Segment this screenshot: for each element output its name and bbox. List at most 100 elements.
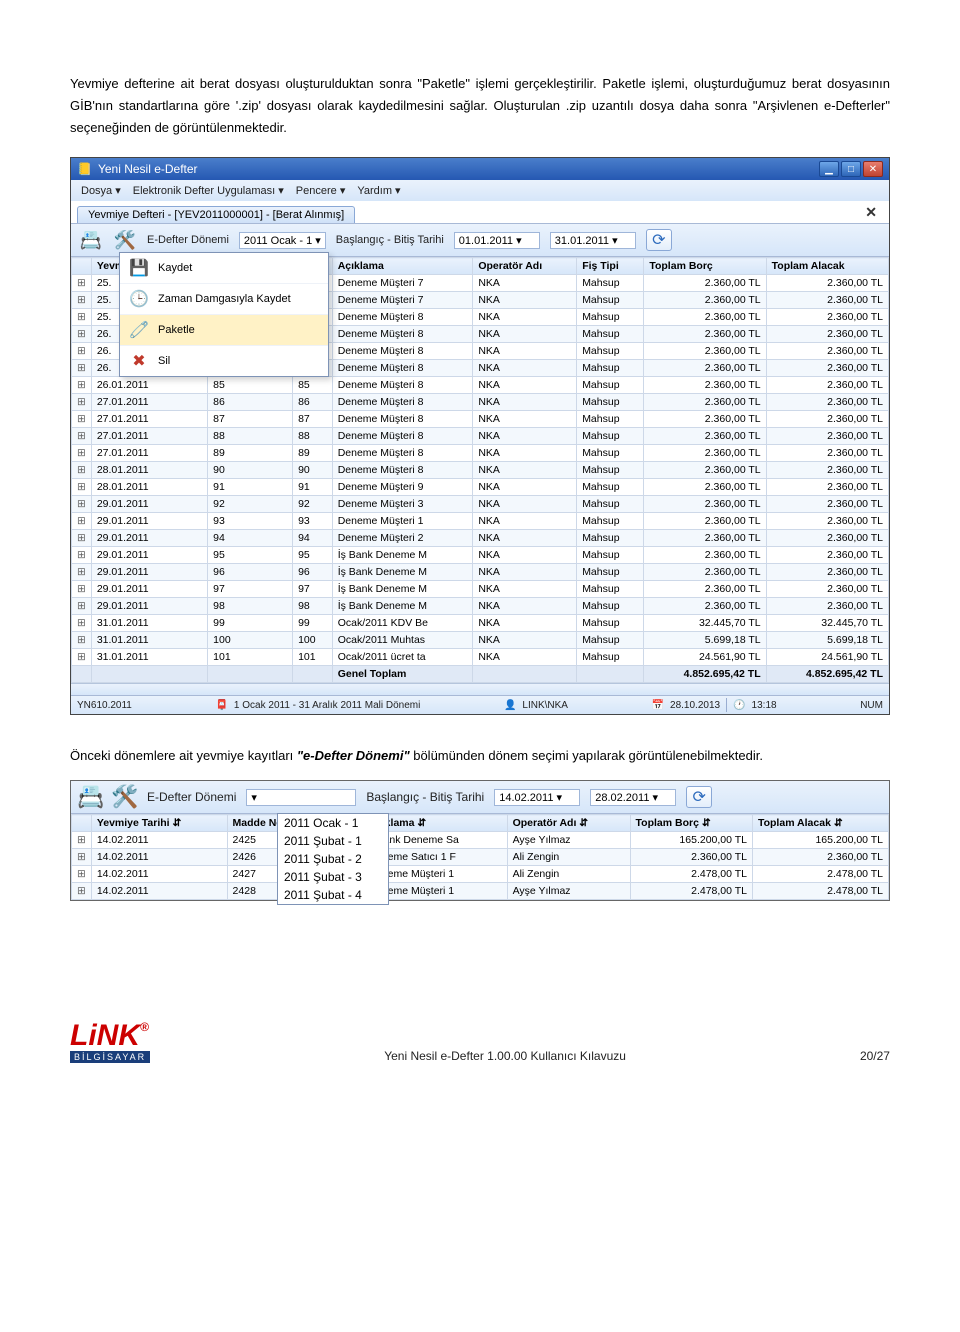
close-button[interactable]: ✕ — [863, 161, 883, 177]
donem-option[interactable]: 2011 Ocak - 1 — [278, 814, 388, 832]
table-row[interactable]: ⊞29.01.20119292Deneme Müşteri 3NKAMahsup… — [72, 496, 889, 513]
col-header[interactable]: Fiş Tipi — [577, 258, 644, 275]
menu-dosya[interactable]: Dosya ▾ — [77, 182, 125, 199]
expand-icon[interactable]: ⊞ — [72, 462, 92, 479]
summary-row: Genel Toplam4.852.695,42 TL4.852.695,42 … — [72, 666, 889, 683]
donem-option[interactable]: 2011 Şubat - 4 — [278, 886, 388, 904]
expand-icon[interactable]: ⊞ — [72, 581, 92, 598]
col-header[interactable]: Operatör Adı ⇵ — [507, 815, 630, 832]
table-row[interactable]: ⊞31.01.2011101101Ocak/2011 ücret taNKAMa… — [72, 649, 889, 666]
expand-icon[interactable]: ⊞ — [72, 547, 92, 564]
expand-icon[interactable]: ⊞ — [72, 883, 92, 900]
expand-icon[interactable]: ⊞ — [72, 326, 92, 343]
expand-icon[interactable]: ⊞ — [72, 530, 92, 547]
menu-pencere[interactable]: Pencere ▾ — [292, 182, 350, 199]
col-header[interactable]: Toplam Borç ⇵ — [630, 815, 752, 832]
ctx-zaman-damgasi[interactable]: 🕒 Zaman Damgasıyla Kaydet — [120, 284, 328, 315]
address-book-icon[interactable]: 📇 — [79, 228, 103, 252]
expand-icon[interactable]: ⊞ — [72, 496, 92, 513]
table-row[interactable]: ⊞29.01.20119595İş Bank Deneme MNKAMahsup… — [72, 547, 889, 564]
menu-elektronik-defter[interactable]: Elektronik Defter Uygulaması ▾ — [129, 182, 288, 199]
col-header[interactable] — [72, 815, 92, 832]
col-header[interactable]: Toplam Alacak ⇵ — [752, 815, 888, 832]
table-row[interactable]: ⊞14.02.201124282428Deneme Müşteri 1Ayşe … — [72, 883, 889, 900]
donem-select[interactable]: 2011 Ocak - 1 ▾ — [239, 232, 326, 249]
expand-icon[interactable]: ⊞ — [72, 564, 92, 581]
cell: Deneme Müşteri 8 — [332, 343, 473, 360]
table-row[interactable]: ⊞29.01.20119797İş Bank Deneme MNKAMahsup… — [72, 581, 889, 598]
ctx-kaydet[interactable]: 💾 Kaydet — [120, 253, 328, 284]
expand-icon[interactable]: ⊞ — [72, 394, 92, 411]
tools-icon[interactable]: 🛠️ — [113, 228, 137, 252]
ctx-sil[interactable]: ✖ Sil — [120, 346, 328, 376]
expand-icon[interactable]: ⊞ — [72, 309, 92, 326]
maximize-button[interactable]: □ — [841, 161, 861, 177]
tarih2-2[interactable]: 28.02.2011 ▾ — [590, 789, 676, 806]
donem-select-2[interactable]: ▾ — [246, 789, 356, 806]
ctx-paketle[interactable]: 🧷 Paketle — [120, 315, 328, 346]
expand-icon[interactable]: ⊞ — [72, 615, 92, 632]
h-scrollbar[interactable] — [71, 683, 889, 695]
tarih1-2[interactable]: 14.02.2011 ▾ — [494, 789, 580, 806]
expand-icon[interactable]: ⊞ — [72, 343, 92, 360]
menu-yardim[interactable]: Yardım ▾ — [353, 182, 404, 199]
tarih-bitis[interactable]: 31.01.2011 ▾ — [550, 232, 636, 249]
expand-icon[interactable]: ⊞ — [72, 411, 92, 428]
donem-option[interactable]: 2011 Şubat - 1 — [278, 832, 388, 850]
titlebar: 📒 Yeni Nesil e-Defter ▁ □ ✕ — [71, 158, 889, 180]
donem-option[interactable]: 2011 Şubat - 2 — [278, 850, 388, 868]
tarih-baslangic[interactable]: 01.01.2011 ▾ — [454, 232, 540, 249]
table-row[interactable]: ⊞14.02.20112425İşBank Deneme SaAyşe Yılm… — [72, 832, 889, 849]
tab-close-button[interactable]: ✕ — [859, 204, 883, 223]
donem-dropdown-list[interactable]: 2011 Ocak - 1 2011 Şubat - 1 2011 Şubat … — [277, 813, 389, 905]
expand-icon[interactable]: ⊞ — [72, 849, 92, 866]
expand-icon[interactable]: ⊞ — [72, 832, 92, 849]
table-row[interactable]: ⊞29.01.20119696İş Bank Deneme MNKAMahsup… — [72, 564, 889, 581]
expand-icon[interactable]: ⊞ — [72, 292, 92, 309]
table-row[interactable]: ⊞14.02.20112426Deneme Satıcı 1 FAli Zeng… — [72, 849, 889, 866]
expand-icon[interactable]: ⊞ — [72, 632, 92, 649]
expand-icon[interactable]: ⊞ — [72, 513, 92, 530]
col-header[interactable] — [72, 258, 92, 275]
expand-icon[interactable]: ⊞ — [72, 649, 92, 666]
cell: 88 — [208, 428, 293, 445]
col-header[interactable]: Toplam Borç — [644, 258, 766, 275]
col-header[interactable]: Yevmiye Tarihi ⇵ — [91, 815, 227, 832]
table-row[interactable]: ⊞28.01.20119191Deneme Müşteri 9NKAMahsup… — [72, 479, 889, 496]
minimize-button[interactable]: ▁ — [819, 161, 839, 177]
link-logo: LiNK® BİLGİSAYAR — [70, 1021, 150, 1063]
col-header[interactable]: Toplam Alacak — [766, 258, 888, 275]
table-row[interactable]: ⊞27.01.20118888Deneme Müşteri 8NKAMahsup… — [72, 428, 889, 445]
expand-icon[interactable]: ⊞ — [72, 360, 92, 377]
table-row[interactable]: ⊞14.02.201124272427Deneme Müşteri 1Ali Z… — [72, 866, 889, 883]
expand-icon[interactable]: ⊞ — [72, 445, 92, 462]
table-row[interactable]: ⊞29.01.20119898İş Bank Deneme MNKAMahsup… — [72, 598, 889, 615]
table-row[interactable]: ⊞29.01.20119393Deneme Müşteri 1NKAMahsup… — [72, 513, 889, 530]
table-row[interactable]: ⊞27.01.20118989Deneme Müşteri 8NKAMahsup… — [72, 445, 889, 462]
expand-icon[interactable]: ⊞ — [72, 428, 92, 445]
expand-icon[interactable]: ⊞ — [72, 377, 92, 394]
refresh-button[interactable]: ⟳ — [646, 229, 672, 251]
cell: 2.478,00 TL — [630, 866, 752, 883]
table-row[interactable]: ⊞27.01.20118787Deneme Müşteri 8NKAMahsup… — [72, 411, 889, 428]
expand-icon[interactable]: ⊞ — [72, 598, 92, 615]
table-row[interactable]: ⊞27.01.20118686Deneme Müşteri 8NKAMahsup… — [72, 394, 889, 411]
expand-icon[interactable]: ⊞ — [72, 479, 92, 496]
table-row[interactable]: ⊞31.01.20119999Ocak/2011 KDV BeNKAMahsup… — [72, 615, 889, 632]
expand-icon[interactable]: ⊞ — [72, 866, 92, 883]
table-row[interactable]: ⊞28.01.20119090Deneme Müşteri 8NKAMahsup… — [72, 462, 889, 479]
tools-icon[interactable]: 🛠️ — [113, 785, 137, 809]
table-row[interactable]: ⊞31.01.2011100100Ocak/2011 MuhtasNKAMahs… — [72, 632, 889, 649]
donem-option[interactable]: 2011 Şubat - 3 — [278, 868, 388, 886]
cell: 24.561,90 TL — [644, 649, 766, 666]
cell: 91 — [208, 479, 293, 496]
refresh-button-2[interactable]: ⟳ — [686, 786, 712, 808]
table-row[interactable]: ⊞29.01.20119494Deneme Müşteri 2NKAMahsup… — [72, 530, 889, 547]
col-header[interactable]: Açıklama — [332, 258, 473, 275]
cell: 26.01.2011 — [91, 377, 207, 394]
col-header[interactable]: Operatör Adı — [473, 258, 577, 275]
tab-yevmiye[interactable]: Yevmiye Defteri - [YEV2011000001] - [Ber… — [77, 206, 355, 223]
table-row[interactable]: ⊞26.01.20118585Deneme Müşteri 8NKAMahsup… — [72, 377, 889, 394]
address-book-icon[interactable]: 📇 — [79, 785, 103, 809]
expand-icon[interactable]: ⊞ — [72, 275, 92, 292]
